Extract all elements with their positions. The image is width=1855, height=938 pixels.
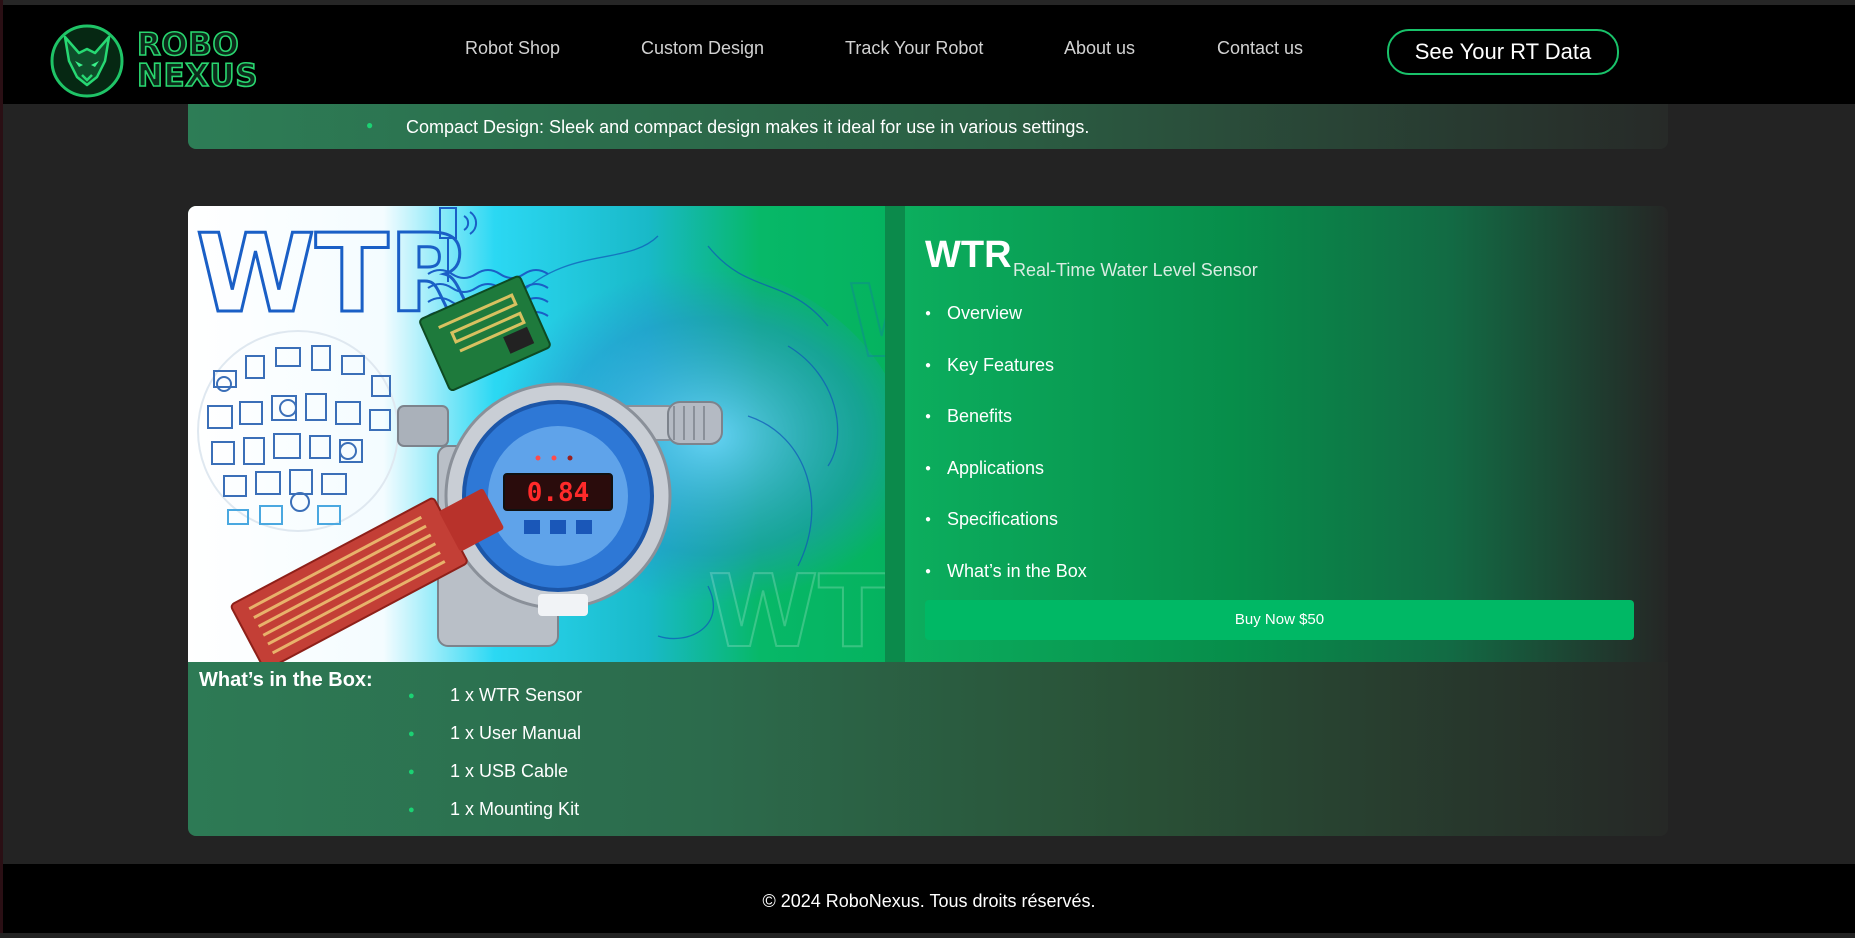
nav-track-your-robot[interactable]: Track Your Robot	[845, 38, 983, 59]
buy-now-button[interactable]: Buy Now $50	[925, 600, 1634, 640]
logo-line-robo: ROBO	[136, 27, 240, 63]
wolf-logo-icon[interactable]	[49, 23, 125, 99]
bullet-icon: ●	[408, 766, 415, 778]
section-label: Key Features	[947, 354, 1055, 375]
section-link-benefits[interactable]: ● Benefits	[925, 406, 1087, 458]
nav-robot-shop[interactable]: Robot Shop	[465, 38, 560, 59]
product-image: WTR WTR WTR	[188, 206, 885, 662]
nav-contact-us[interactable]: Contact us	[1217, 38, 1303, 59]
site-footer: © 2024 RoboNexus. Tous droits réservés.	[3, 864, 1855, 933]
box-item-label: 1 x Mounting Kit	[450, 799, 580, 819]
site-header: ROBO NEXUS Robot Shop Custom Design Trac…	[3, 5, 1855, 104]
bullet-icon: ●	[925, 565, 932, 577]
copyright-text: © 2024 RoboNexus. Tous droits réservés.	[762, 891, 1096, 911]
bullet-icon: ●	[925, 514, 932, 525]
section-label: Benefits	[947, 406, 1013, 426]
bullet-icon: ●	[925, 411, 932, 422]
logo-wordmark[interactable]: ROBO NEXUS	[136, 27, 259, 94]
product-card-wtr: WTR WTR WTR	[188, 206, 1668, 836]
bullet-icon: ●	[408, 804, 415, 816]
product-tagline: Real-Time Water Level Sensor	[1013, 260, 1258, 280]
bullet-icon: ●	[366, 118, 374, 132]
see-rt-data-button[interactable]: See Your RT Data	[1387, 29, 1619, 75]
bullet-icon: ●	[925, 308, 932, 319]
list-item: ● 1 x WTR Sensor	[408, 685, 582, 723]
product-sections-list: ● Overview ● Key Features ● Benefits ● Appli…	[925, 303, 1087, 612]
section-link-specifications[interactable]: ● Specifications	[925, 509, 1087, 561]
info-panel-edge	[885, 206, 905, 662]
svg-text:WTR: WTR	[708, 553, 885, 662]
list-item: ● 1 x User Manual	[408, 723, 582, 761]
previous-product-card: ● Compact Design: Sleek and compact desi…	[188, 104, 1668, 149]
box-item-label: 1 x WTR Sensor	[450, 685, 583, 705]
box-item-label: 1 x User Manual	[450, 723, 582, 743]
list-item: ● 1 x USB Cable	[408, 761, 582, 799]
feature-compact-design: Compact Design: Sleek and compact design…	[406, 117, 1090, 137]
section-link-overview[interactable]: ● Overview	[925, 303, 1087, 355]
logo-line-nexus: NEXUS	[136, 58, 259, 94]
bullet-icon: ●	[925, 462, 932, 474]
product-info-panel: WTR Real-Time Water Level Sensor ● Overvi…	[885, 206, 1668, 662]
box-item-label: 1 x USB Cable	[450, 761, 569, 781]
box-contents-list: ● 1 x WTR Sensor ● 1 x User Manual ● 1 x US…	[408, 685, 582, 836]
window-left-edge	[0, 0, 3, 933]
nav-about-us[interactable]: About us	[1064, 38, 1135, 59]
svg-text:WTR: WTR	[848, 263, 885, 380]
bullet-icon: ●	[408, 728, 415, 740]
section-label: What’s in the Box	[947, 560, 1087, 581]
nav-custom-design[interactable]: Custom Design	[641, 38, 764, 59]
list-item: ● 1 x Mounting Kit	[408, 799, 582, 836]
bullet-icon: ●	[408, 690, 415, 702]
product-title: WTR	[925, 234, 1012, 276]
svg-text:0.84: 0.84	[527, 478, 590, 508]
section-label: Specifications	[947, 509, 1059, 529]
section-link-applications[interactable]: ● Applications	[925, 458, 1087, 510]
section-label: Applications	[947, 457, 1045, 478]
section-label: Overview	[947, 303, 1023, 323]
bullet-icon: ●	[925, 359, 932, 371]
section-link-key-features[interactable]: ● Key Features	[925, 355, 1087, 407]
whats-in-the-box-heading: What’s in the Box:	[199, 669, 373, 691]
